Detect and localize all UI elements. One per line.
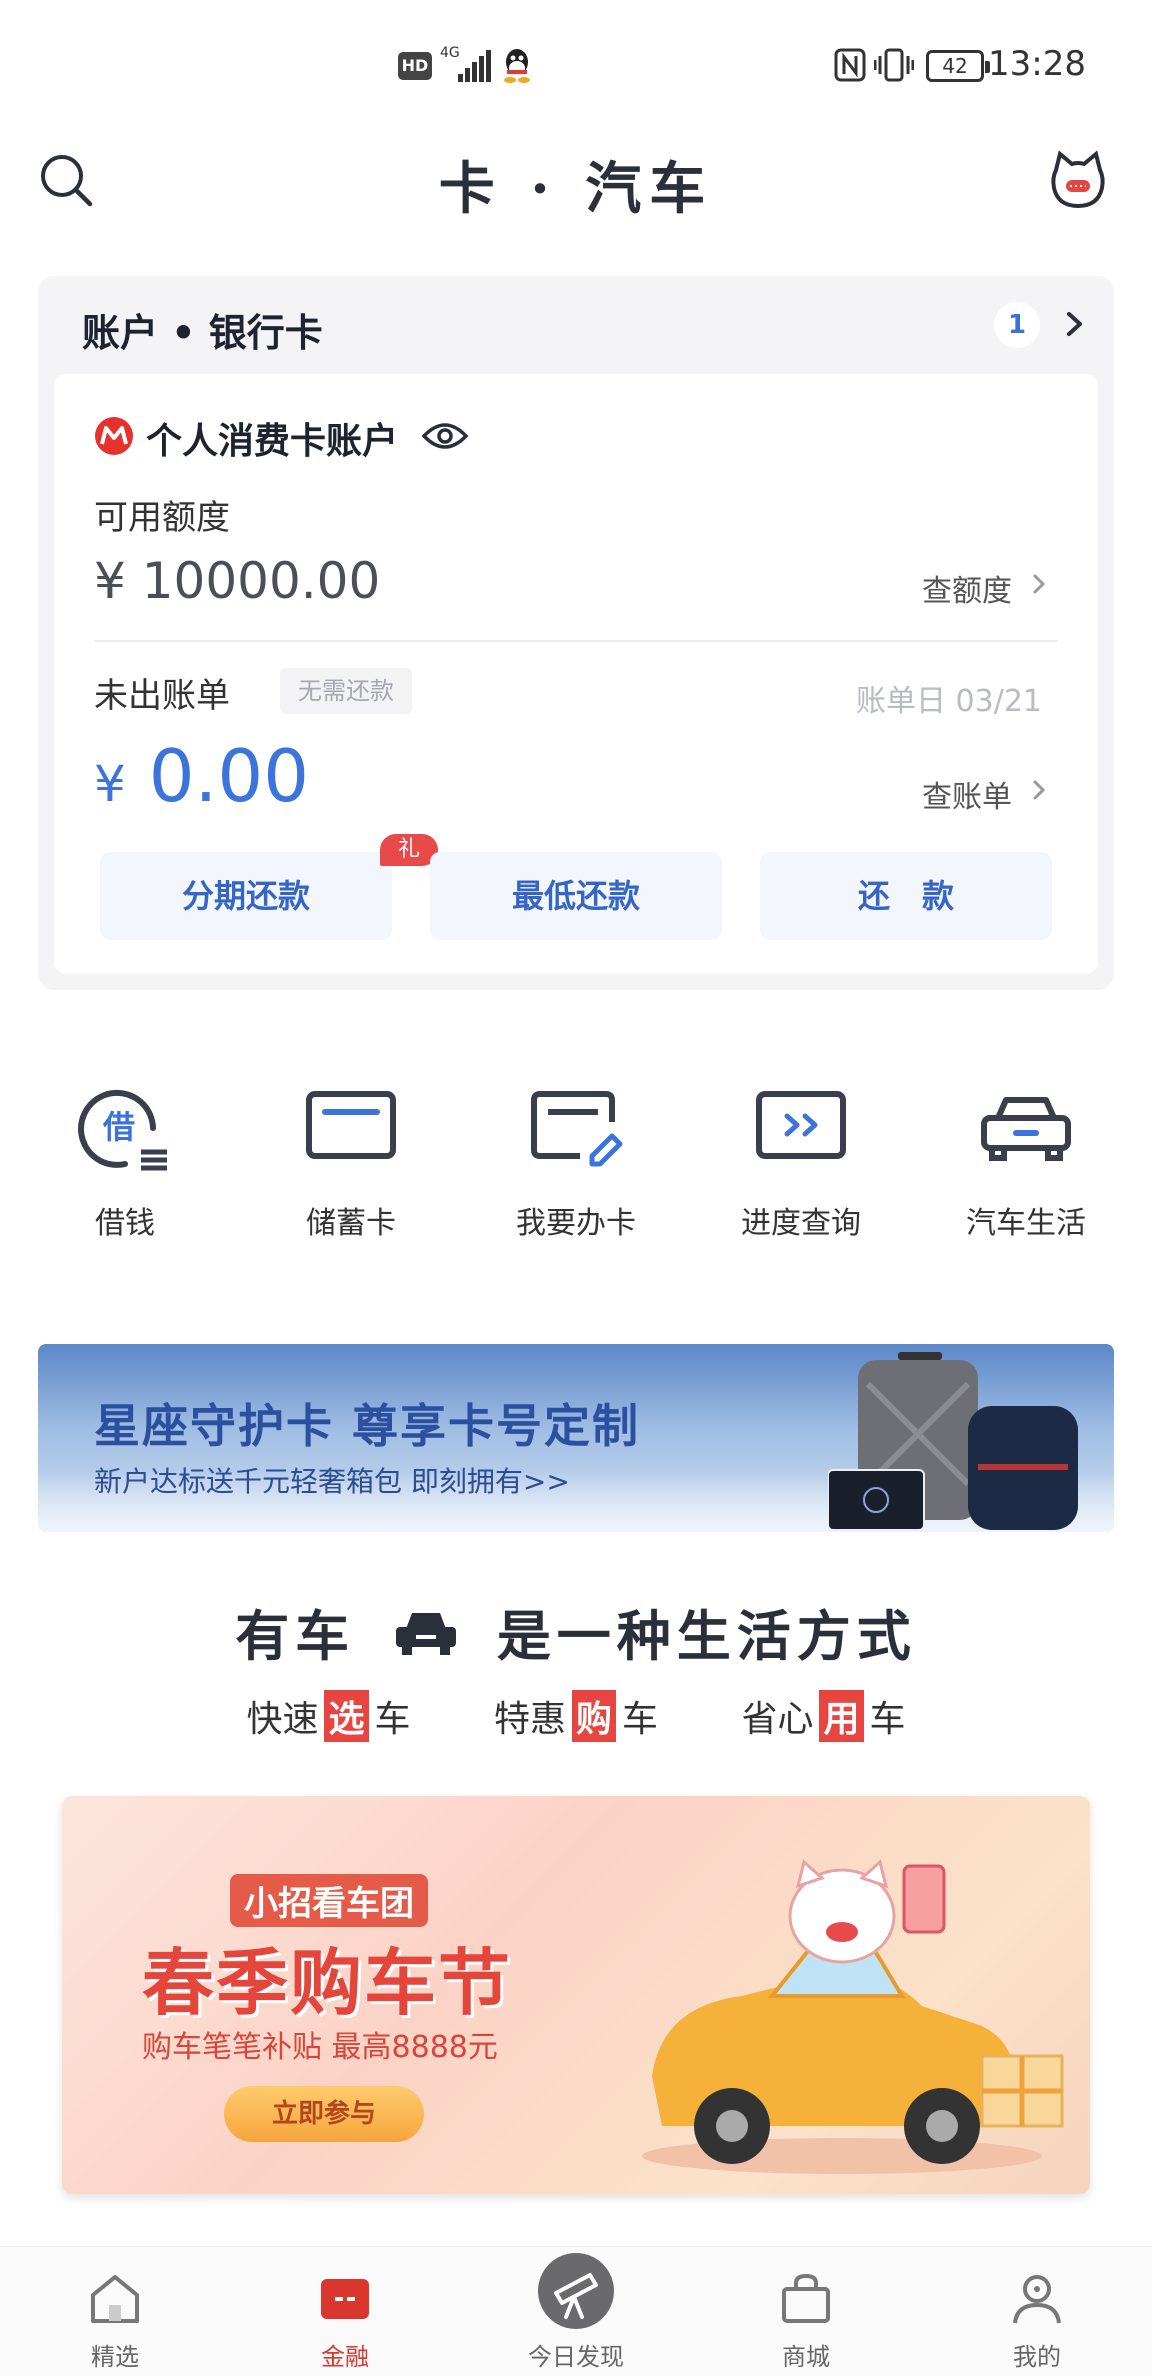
- nav-label: 精选: [91, 2343, 139, 2371]
- nav-discover[interactable]: 今日发现: [461, 2247, 691, 2376]
- car-feature-tags: 快速选车 特惠购车 省心用车: [0, 1690, 1152, 1742]
- debit-card-icon: [306, 1091, 396, 1159]
- home-icon: [91, 2275, 139, 2323]
- signal-icon: [458, 50, 492, 82]
- check-bill-link[interactable]: 查账单: [922, 772, 1012, 816]
- battery-icon: 42: [926, 50, 990, 82]
- vibrate-icon: [874, 48, 914, 82]
- clock: 13:28: [988, 44, 1086, 84]
- entry-label: 汽车生活: [966, 1206, 1086, 1241]
- eye-icon[interactable]: [420, 416, 470, 456]
- entry-label: 我要办卡: [516, 1206, 636, 1241]
- check-limit-link[interactable]: 查额度: [922, 566, 1012, 610]
- chevron-right-icon[interactable]: [1060, 306, 1090, 342]
- tag-highlight: 用: [819, 1690, 864, 1742]
- tag-text: 快速: [246, 1699, 319, 1740]
- account-section: 账户 • 银行卡 1 个人消费卡账户 可用额度 ¥ 10000.00 查额度 未…: [38, 276, 1114, 990]
- entry-progress-query[interactable]: 进度查询: [711, 1078, 891, 1258]
- credit-card-panel: 个人消费卡账户 可用额度 ¥ 10000.00 查额度 未出账单 无需还款 账单…: [54, 374, 1098, 974]
- nav-label: 我的: [1013, 2343, 1061, 2371]
- finance-icon: [321, 2279, 369, 2319]
- telescope-icon: [538, 2253, 614, 2329]
- divider: [94, 640, 1058, 642]
- car-icon: [396, 1612, 456, 1655]
- borrow-icon-text: 借: [102, 1108, 135, 1146]
- chevron-right-icon[interactable]: [1030, 776, 1048, 804]
- entry-label: 储蓄卡: [306, 1206, 396, 1241]
- entry-apply-card[interactable]: 我要办卡: [486, 1078, 666, 1258]
- car-mascot-illustration: [642, 1859, 1064, 2174]
- currency-symbol: ¥: [94, 755, 126, 813]
- tag-quick-pick[interactable]: 快速选车: [246, 1690, 411, 1742]
- tag-text: 车: [622, 1699, 659, 1740]
- tag-text: 省心: [741, 1699, 814, 1740]
- join-now-button[interactable]: 立即参与: [224, 2086, 424, 2142]
- car-life-slogan: 有车 是一种生活方式: [0, 1592, 1152, 1671]
- unbilled-label: 未出账单: [94, 676, 230, 716]
- hd-icon: HD: [398, 52, 432, 80]
- luggage-illustration: [828, 1352, 1078, 1531]
- section-title: 账户 • 银行卡: [82, 311, 323, 355]
- nav-finance[interactable]: 金融: [230, 2247, 460, 2376]
- promo-title: 春季购车节: [142, 1941, 513, 2025]
- entry-label: 进度查询: [741, 1206, 861, 1241]
- bill-date: 账单日 03/21: [856, 684, 1042, 719]
- no-payment-tag: 无需还款: [280, 668, 412, 714]
- mascot-icon[interactable]: [1048, 150, 1108, 210]
- card-count-badge[interactable]: 1: [994, 302, 1040, 348]
- repay-button[interactable]: 还 款: [760, 852, 1052, 940]
- network-type-label: 4G: [440, 45, 460, 61]
- nfc-icon: [834, 48, 866, 82]
- banner-headline: 星座守护卡 尊享卡号定制: [94, 1399, 641, 1453]
- entry-borrow[interactable]: 借 借钱: [35, 1078, 215, 1258]
- tag-discount-buy[interactable]: 特惠购车: [494, 1690, 658, 1742]
- borrow-icon: 借: [78, 1089, 167, 1171]
- nav-label: 金融: [321, 2343, 369, 2371]
- entry-debit-card[interactable]: 储蓄卡: [261, 1078, 441, 1258]
- entry-car-life[interactable]: 汽车生活: [936, 1078, 1116, 1258]
- profile-icon: [1013, 2275, 1061, 2324]
- nav-featured[interactable]: 精选: [0, 2247, 230, 2376]
- tag-highlight: 购: [571, 1690, 616, 1742]
- app-screen: HD 4G 42 13:28 卡 · 汽车 账户 • 银行卡 1 个人消费卡账户…: [0, 0, 1152, 2376]
- bottom-nav: 精选 金融 今日发现 商城 我的: [0, 2246, 1152, 2376]
- promo-top-label: 小招看车团: [230, 1874, 428, 1927]
- tag-text: 车: [869, 1699, 906, 1740]
- car-icon: [981, 1097, 1071, 1161]
- available-limit-label: 可用额度: [94, 498, 230, 538]
- qq-icon: [504, 49, 530, 83]
- progress-icon: [756, 1091, 846, 1159]
- entry-label: 借钱: [95, 1206, 155, 1241]
- chevron-right-icon[interactable]: [1030, 570, 1048, 598]
- tag-text: 车: [374, 1699, 411, 1740]
- tag-worry-free-use[interactable]: 省心用车: [741, 1690, 906, 1742]
- status-bar: HD 4G 42 13:28: [0, 0, 1152, 120]
- page-title: 卡 · 汽车: [438, 156, 714, 222]
- available-limit-value: ¥ 10000.00: [94, 552, 381, 610]
- minimum-repay-button[interactable]: 最低还款: [430, 852, 722, 940]
- installment-repay-button[interactable]: 分期还款: [100, 852, 392, 940]
- promo-subtitle: 购车笔笔补贴 最高8888元: [142, 2030, 498, 2065]
- slogan-right: 是一种生活方式: [496, 1604, 917, 1668]
- app-header: 卡 · 汽车: [0, 120, 1152, 240]
- tag-text: 特惠: [493, 1699, 566, 1740]
- unbilled-amount: ¥ 0.00: [94, 734, 309, 818]
- constellation-card-banner[interactable]: 星座守护卡 尊享卡号定制 新户达标送千元轻奢箱包 即刻拥有>>: [38, 1344, 1114, 1532]
- spring-car-festival-banner[interactable]: 小招看车团 春季购车节 购车笔笔补贴 最高8888元 立即参与: [62, 1796, 1090, 2194]
- tag-highlight: 选: [324, 1690, 369, 1742]
- nav-mall[interactable]: 商城: [691, 2247, 921, 2376]
- slogan-left: 有车: [235, 1604, 356, 1668]
- nav-label: 商城: [782, 2343, 830, 2371]
- unbilled-amount-value: 0.00: [148, 734, 310, 818]
- bank-logo-icon: [95, 417, 133, 455]
- shopping-bag-icon: [782, 2273, 830, 2323]
- banner-subline: 新户达标送千元轻奢箱包 即刻拥有>>: [94, 1465, 570, 1498]
- apply-card-icon: [531, 1091, 623, 1167]
- card-account-name: 个人消费卡账户: [146, 421, 399, 462]
- nav-label: 今日发现: [528, 2343, 624, 2371]
- nav-profile[interactable]: 我的: [922, 2247, 1152, 2376]
